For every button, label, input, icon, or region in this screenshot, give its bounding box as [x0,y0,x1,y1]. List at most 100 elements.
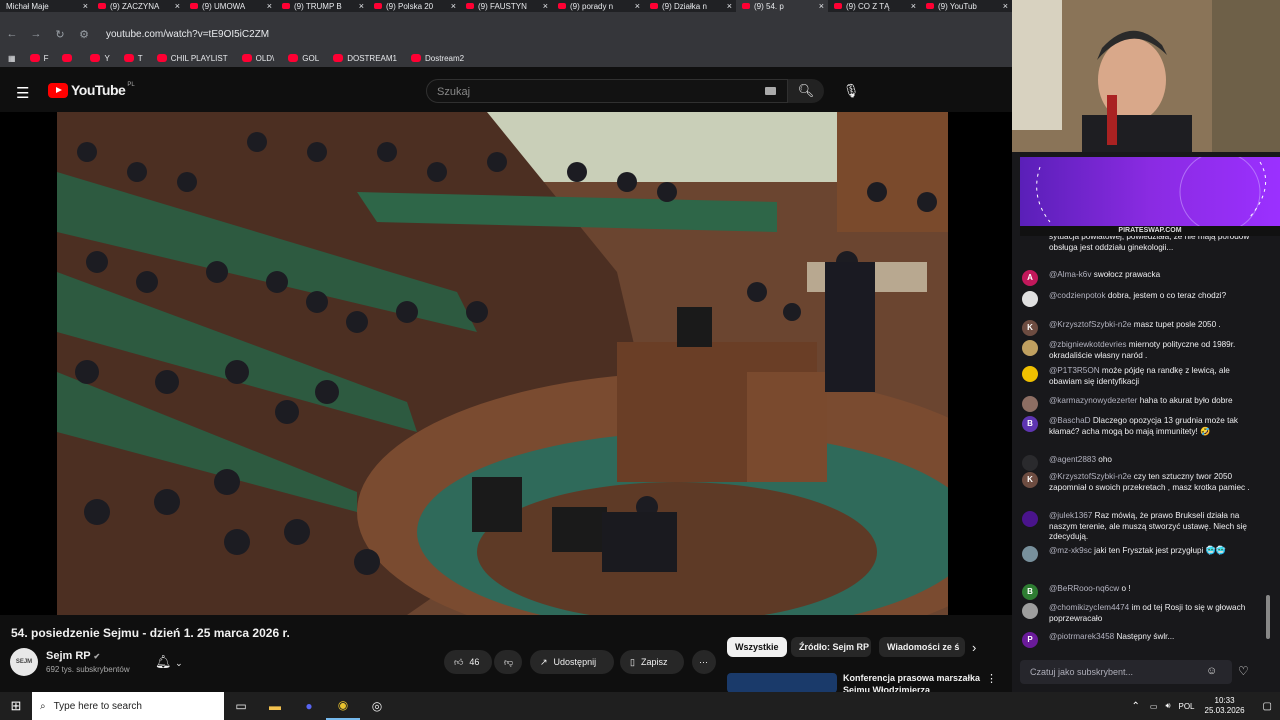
discord-icon[interactable]: ● [292,692,326,720]
chat-avatar[interactable] [1022,340,1038,356]
language-indicator[interactable]: POL [1178,702,1194,711]
chat-username[interactable]: @chomikizycIem4474 [1049,603,1129,612]
tab-4[interactable]: (9) Polska 20 × [368,0,460,12]
chat-scrollbar[interactable] [1266,595,1270,639]
mic-icon[interactable]: 🎙︎ [840,79,862,103]
share-button[interactable]: ↗ Udostępnij [530,650,614,674]
tab-5[interactable]: (9) FAUSTYN × [460,0,552,12]
search-button[interactable]: 🔍︎ [788,79,824,103]
search-input[interactable]: Szukaj [426,79,788,103]
chat-avatar[interactable] [1022,455,1038,471]
bookmark-3[interactable]: T [123,54,143,63]
dislike-button[interactable]: 👎︎ [494,650,522,674]
chat-avatar[interactable]: B [1022,584,1038,600]
save-button[interactable]: ▯ Zapisz [620,650,684,674]
bookmark-6[interactable]: GOL [288,54,319,63]
tab-10[interactable]: (9) YouTub × [920,0,1012,12]
tab-8[interactable]: (9) 54. p × [736,0,828,12]
chat-username[interactable]: @agent2883 [1049,455,1096,464]
bookmark-0[interactable]: F [29,54,48,63]
taskbar-search[interactable]: ⌕ Type here to search [32,692,224,720]
chat-username[interactable]: @BeRRooo-nq6cw [1049,584,1119,593]
hamburger-menu-icon[interactable]: ☰ [16,84,29,102]
chat-username[interactable]: @BaschaD [1049,416,1091,425]
tray-chevron-icon[interactable]: ⌃ [1131,701,1139,712]
chat-avatar[interactable]: A [1022,270,1038,286]
channel-name[interactable]: Sejm RP ✔ [46,650,100,662]
bookmark-5[interactable]: OLD\ [241,54,274,63]
url-text[interactable]: youtube.com/watch?v=tE9OI5iC2ZM [106,29,269,40]
tab-close-icon[interactable]: × [1003,0,1008,12]
chat-avatar[interactable] [1022,291,1038,307]
chat-avatar[interactable]: K [1022,472,1038,488]
tab-1[interactable]: (9) ZACZYNA × [92,0,184,12]
bookmark-7[interactable]: DOSTREAM1 [333,54,397,63]
bookmark-2[interactable]: Y [90,54,110,63]
chat-username[interactable]: @karmazynowydezerter [1049,396,1137,405]
video-player[interactable] [57,112,948,615]
chat-username[interactable]: @KrzysztofSzybki-n2e [1049,320,1131,329]
clock[interactable]: 10:33 25.03.2026 [1205,696,1245,716]
windows-start-icon[interactable]: ⊞ [0,698,32,714]
tab-9[interactable]: (9) CO Z TĄ × [828,0,920,12]
chat-avatar[interactable] [1022,366,1038,382]
tab-2[interactable]: (9) UMOWA × [184,0,276,12]
network-icon[interactable]: ▭ [1150,702,1158,711]
recommendation-menu-icon[interactable]: ⋮ [986,672,997,685]
chat-avatar[interactable] [1022,546,1038,562]
emoji-icon[interactable]: ☺ [1206,665,1217,677]
chip-news[interactable]: Wiadomości ze ś [879,637,965,657]
tab-close-icon[interactable]: × [911,0,916,12]
more-actions-icon[interactable]: ⋯ [692,650,716,674]
site-info-icon[interactable]: ⚙ [72,28,96,41]
tab-close-icon[interactable]: × [359,0,364,12]
chat-avatar[interactable]: P [1022,632,1038,648]
youtube-logo[interactable]: YouTube PL [48,82,135,98]
channel-avatar[interactable]: SEJM [10,648,38,676]
chat-avatar[interactable]: B [1022,416,1038,432]
chip-source[interactable]: Źródło: Sejm RP [791,637,871,657]
chat-username[interactable]: @mz-xk9sc [1049,546,1092,555]
volume-icon[interactable]: 🔊︎ [1165,701,1170,711]
chat-username[interactable]: @julek1367 [1049,511,1092,520]
chat-avatar[interactable] [1022,511,1038,527]
reload-icon[interactable]: ↻ [48,28,72,41]
like-button[interactable]: 👍︎ 46 [444,650,492,674]
tab-close-icon[interactable]: × [819,0,824,12]
chat-username[interactable]: @zbigniewkotdevries [1049,340,1127,349]
keyboard-icon[interactable] [765,87,776,95]
chat-avatar[interactable] [1022,603,1038,619]
tab-6[interactable]: (9) porady n × [552,0,644,12]
recommendation-thumbnail[interactable] [727,673,837,693]
obs-icon[interactable]: ◎ [360,692,394,720]
heart-icon[interactable]: ♡ [1238,664,1249,678]
forward-icon[interactable]: → [24,28,48,40]
chat-input[interactable]: Czatuj jako subskrybent... [1020,660,1232,684]
chip-all[interactable]: Wszystkie [727,637,787,657]
tab-0[interactable]: Michał Maje × [0,0,92,12]
bookmark-1[interactable] [62,54,76,62]
tab-close-icon[interactable]: × [267,0,272,12]
chat-username[interactable]: @P1T3R5ON [1049,366,1100,375]
tab-close-icon[interactable]: × [175,0,180,12]
tab-close-icon[interactable]: × [635,0,640,12]
chevron-right-icon[interactable]: › [972,640,976,655]
chat-avatar[interactable] [1022,396,1038,412]
file-explorer-icon[interactable]: ▬ [258,692,292,720]
bookmark-8[interactable]: Dostream2 [410,54,464,63]
chat-username[interactable]: @Alma-k6v [1049,270,1091,279]
chat-username[interactable]: @codzienpotok [1049,291,1106,300]
notification-icon[interactable]: ▢ [1263,701,1272,712]
chat-avatar[interactable]: K [1022,320,1038,336]
chrome-icon[interactable]: ◉ [326,692,360,720]
tab-7[interactable]: (9) Działka n × [644,0,736,12]
tab-3[interactable]: (9) TRUMP B × [276,0,368,12]
notification-bell-icon[interactable]: 🔔︎ ⌄ [155,654,183,670]
tab-close-icon[interactable]: × [83,0,88,12]
chat-username[interactable]: @KrzysztofSzybki-n2e [1049,472,1131,481]
tab-close-icon[interactable]: × [543,0,548,12]
chat-username[interactable]: @piotrmarek3458 [1049,632,1114,641]
tab-close-icon[interactable]: × [727,0,732,12]
bookmark-4[interactable]: CHIL PLAYLIST [156,54,228,63]
apps-icon[interactable]: ▦ [8,54,16,63]
